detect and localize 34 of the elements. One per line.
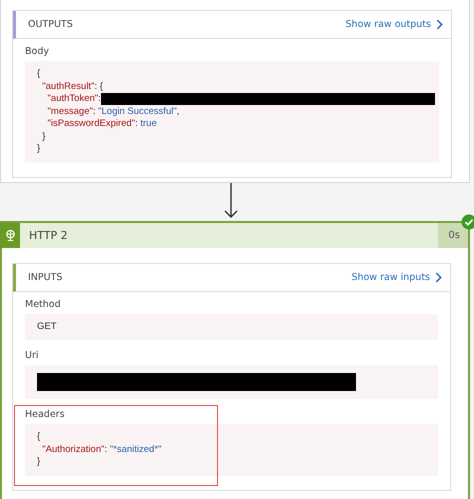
code-token: { [37,431,40,444]
field-label: Headers [25,408,66,422]
chevron-right-icon [435,272,442,282]
code-token: "authToken" [46,93,98,106]
duration-label: 0s [438,222,468,248]
code-token: true [140,118,157,130]
code-token: } [41,130,46,143]
panel-title: INPUTS [28,272,62,282]
code-token: : [104,444,108,456]
code-token: GET [37,320,57,333]
code-token: : [92,106,96,118]
code-token: { [37,68,40,80]
code-token: } [37,456,40,468]
code-token: : [98,93,101,106]
code-token: "Authorization" [41,444,104,456]
step-title: HTTP 2 [28,228,69,242]
field-label: Method [25,298,62,312]
code-token: : { [94,80,103,93]
down-arrow-icon [224,182,238,218]
code-token: "*sanitized*" [110,444,162,456]
code-token: : [135,118,139,130]
chevron-right-icon [436,19,443,30]
show-raw-inputs-link[interactable]: Show raw inputs [351,272,442,282]
step-header[interactable]: HTTP 2 0s [0,222,468,248]
code-token: } [37,143,40,156]
show-raw-outputs-link[interactable]: Show raw outputs [346,19,443,30]
code-token: "authResult" [41,80,94,93]
field-label: Body [25,45,50,59]
field-label: Uri [25,349,40,363]
code-token: "Login Successful" [98,106,177,118]
code-token: "message" [46,106,93,118]
code-token: "isPasswordExpired" [46,118,136,130]
code-token: , [176,106,180,118]
panel-title: OUTPUTS [28,19,73,30]
